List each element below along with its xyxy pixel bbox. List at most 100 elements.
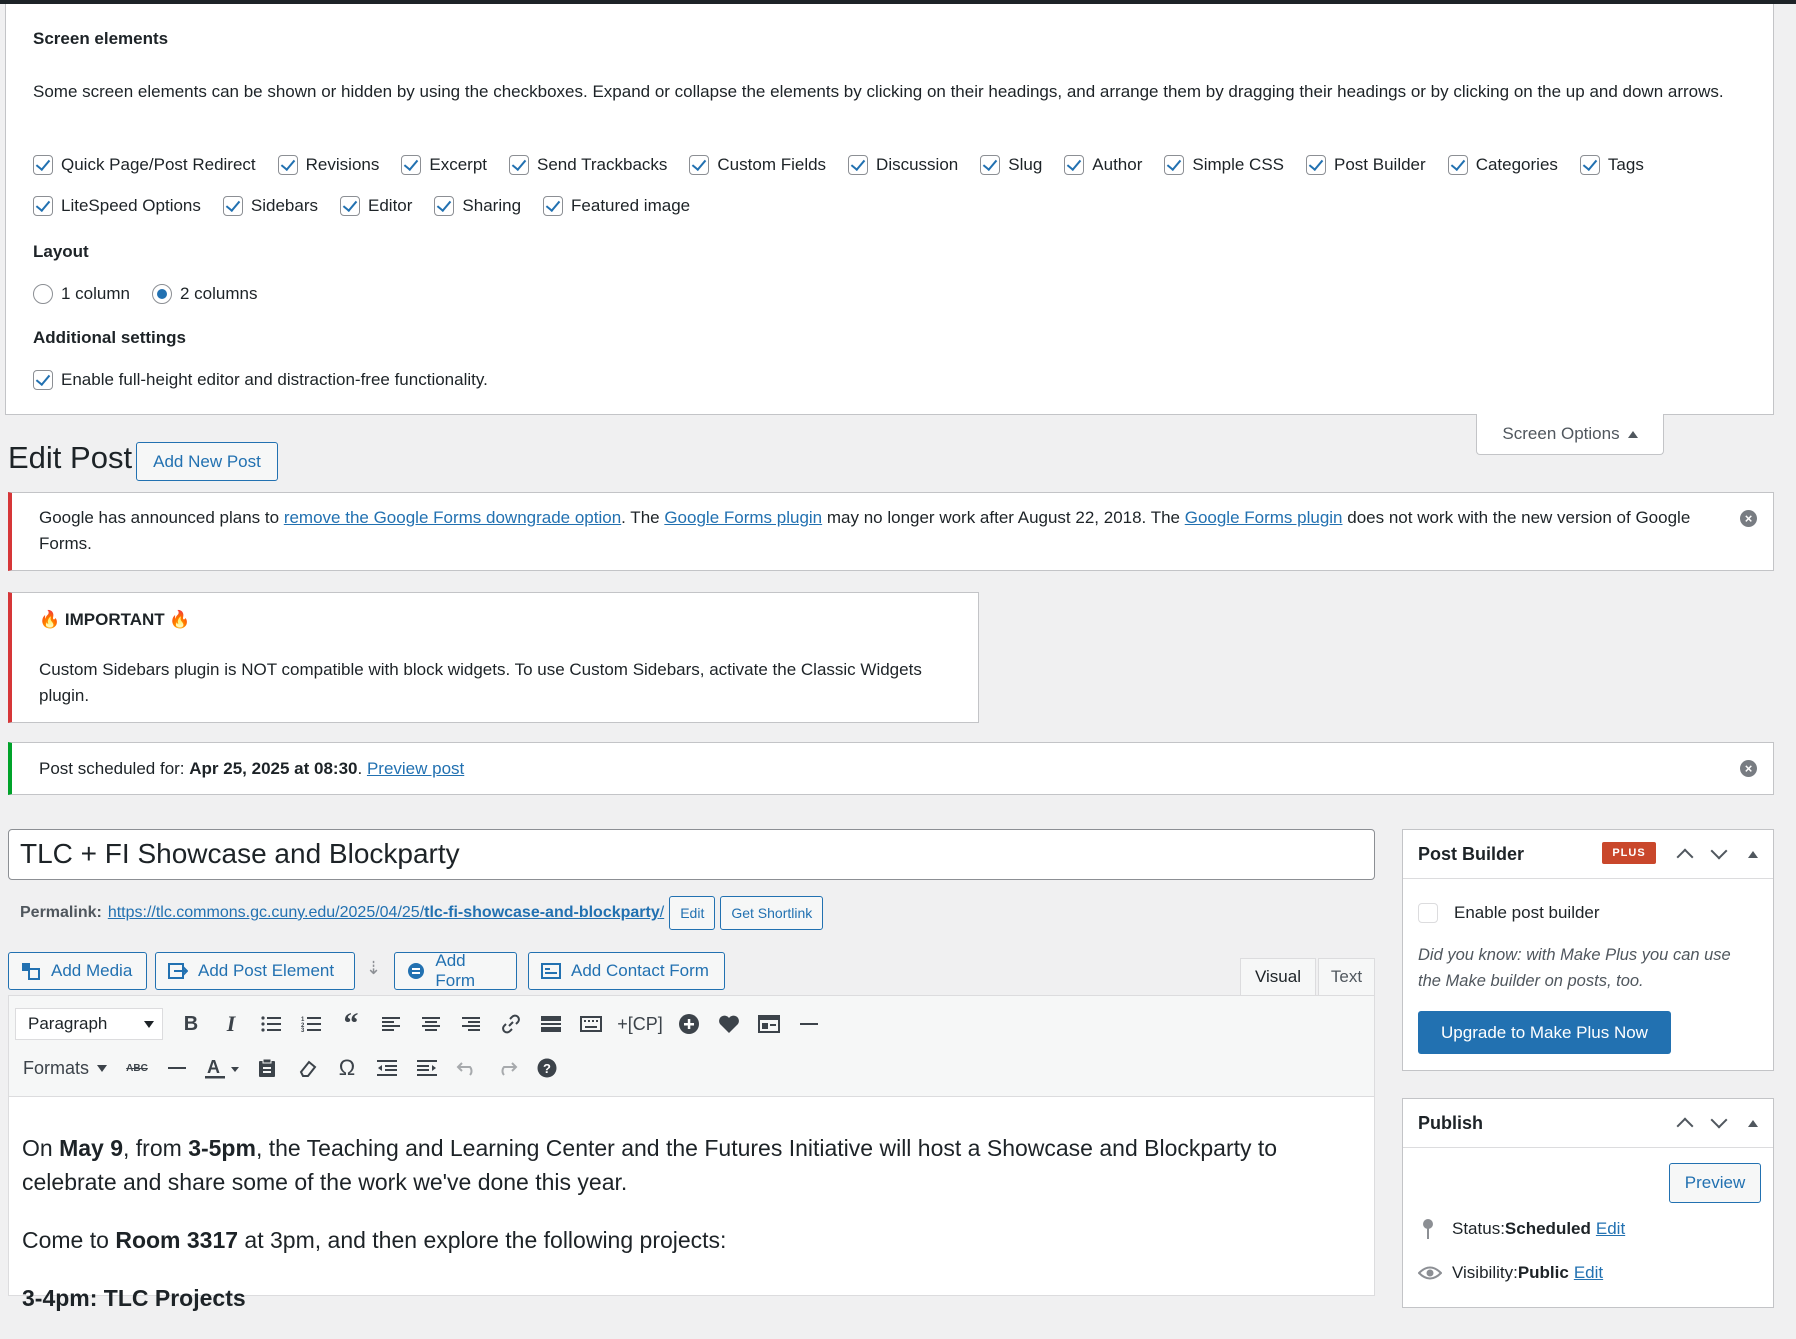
checkbox-simple-css[interactable] xyxy=(1164,155,1185,175)
add-new-post-button[interactable]: Add New Post xyxy=(136,442,278,481)
add-form-button[interactable]: Add Form xyxy=(394,951,517,990)
checkbox-litespeed-options[interactable] xyxy=(33,196,53,216)
horizontal-line-icon[interactable] xyxy=(789,1006,829,1042)
bulleted-list-icon[interactable] xyxy=(251,1006,291,1042)
dismiss-notice-icon[interactable]: × xyxy=(1740,760,1757,777)
screen-option-featured-image[interactable]: Featured image xyxy=(543,196,690,216)
screen-option-litespeed-options[interactable]: LiteSpeed Options xyxy=(33,196,201,216)
screen-option-author[interactable]: Author xyxy=(1064,155,1142,175)
checkbox-sharing[interactable] xyxy=(434,196,455,216)
enable-post-builder-checkbox[interactable] xyxy=(1418,903,1438,923)
full-height-editor-checkbox[interactable] xyxy=(33,370,53,390)
screen-option-categories[interactable]: Categories xyxy=(1447,155,1558,175)
checkbox-quick-page-post-redirect[interactable] xyxy=(33,155,53,175)
tab-text[interactable]: Text xyxy=(1318,958,1375,996)
checkbox-sidebars[interactable] xyxy=(222,196,243,216)
checkbox-tags[interactable] xyxy=(1579,155,1600,175)
collapse-icon[interactable] xyxy=(1736,830,1770,878)
preview-button[interactable]: Preview xyxy=(1669,1163,1761,1203)
read-more-icon[interactable] xyxy=(531,1006,571,1042)
undo-icon[interactable] xyxy=(447,1050,487,1086)
screen-option-editor[interactable]: Editor xyxy=(340,196,412,216)
post-title-input[interactable]: TLC + FI Showcase and Blockparty xyxy=(8,829,1375,880)
google-forms-plugin-link-2[interactable]: Google Forms plugin xyxy=(1185,508,1343,527)
align-right-icon[interactable] xyxy=(451,1006,491,1042)
editor-content[interactable]: On May 9, from 3-5pm, the Teaching and L… xyxy=(22,1131,1362,1339)
publish-header[interactable]: Publish xyxy=(1403,1099,1773,1148)
layout-option-2-columns[interactable]: 2 columns xyxy=(151,284,257,304)
add-media-button[interactable]: Add Media xyxy=(8,952,147,990)
checkbox-post-builder[interactable] xyxy=(1306,155,1327,175)
align-center-icon[interactable] xyxy=(411,1006,451,1042)
redo-icon[interactable] xyxy=(487,1050,527,1086)
checkbox-custom-fields[interactable] xyxy=(689,155,710,175)
google-forms-plugin-link[interactable]: Google Forms plugin xyxy=(664,508,822,527)
move-up-icon[interactable] xyxy=(1668,1099,1702,1147)
radio-1-column[interactable] xyxy=(33,284,53,304)
tab-visual[interactable]: Visual xyxy=(1240,958,1316,996)
heart-icon[interactable] xyxy=(709,1006,749,1042)
enable-post-builder-option[interactable]: Enable post builder xyxy=(1418,903,1600,923)
status-edit-link[interactable]: Edit xyxy=(1596,1219,1625,1239)
get-shortlink-button[interactable]: Get Shortlink xyxy=(720,896,824,930)
keyboard-icon[interactable] xyxy=(571,1006,611,1042)
move-up-icon[interactable] xyxy=(1668,830,1702,878)
screen-option-sidebars[interactable]: Sidebars xyxy=(222,196,318,216)
checkbox-categories[interactable] xyxy=(1447,155,1468,175)
radio-2-columns[interactable] xyxy=(151,284,172,304)
screen-option-simple-css[interactable]: Simple CSS xyxy=(1164,155,1284,175)
outdent-icon[interactable] xyxy=(367,1050,407,1086)
cp-shortcode-icon[interactable]: +[CP] xyxy=(611,1006,669,1042)
screen-option-excerpt[interactable]: Excerpt xyxy=(401,155,487,175)
checkbox-editor[interactable] xyxy=(340,196,360,216)
checkbox-slug[interactable] xyxy=(980,155,1001,175)
text-color-icon[interactable]: A xyxy=(197,1050,247,1086)
italic-icon[interactable]: I xyxy=(211,1006,251,1042)
downgrade-option-link[interactable]: remove the Google Forms downgrade option xyxy=(284,508,621,527)
add-contact-form-button[interactable]: Add Contact Form xyxy=(528,952,725,990)
formats-dropdown[interactable]: Formats xyxy=(15,1050,117,1086)
checkbox-discussion[interactable] xyxy=(848,155,869,175)
collapse-icon[interactable] xyxy=(1736,1099,1770,1147)
align-left-icon[interactable] xyxy=(371,1006,411,1042)
clear-formatting-icon[interactable] xyxy=(287,1050,327,1086)
screen-option-sharing[interactable]: Sharing xyxy=(434,196,521,216)
format-select[interactable]: Paragraph xyxy=(15,1008,163,1040)
indent-icon[interactable] xyxy=(407,1050,447,1086)
move-down-icon[interactable] xyxy=(1702,1099,1736,1147)
dismiss-notice-icon[interactable]: × xyxy=(1740,510,1757,527)
checkbox-send-trackbacks[interactable] xyxy=(509,155,529,175)
checkbox-featured-image[interactable] xyxy=(543,196,564,216)
preview-post-link[interactable]: Preview post xyxy=(367,759,464,778)
screen-option-send-trackbacks[interactable]: Send Trackbacks xyxy=(509,155,667,175)
bold-icon[interactable]: B xyxy=(171,1006,211,1042)
blockquote-icon[interactable]: “ xyxy=(331,1006,371,1042)
screen-option-discussion[interactable]: Discussion xyxy=(848,155,958,175)
full-height-editor-option[interactable]: Enable full-height editor and distractio… xyxy=(33,370,488,390)
screen-options-toggle[interactable]: Screen Options xyxy=(1476,414,1664,455)
screen-option-custom-fields[interactable]: Custom Fields xyxy=(689,155,826,175)
visibility-edit-link[interactable]: Edit xyxy=(1574,1263,1603,1283)
link-icon[interactable] xyxy=(491,1006,531,1042)
layout-option-1-column[interactable]: 1 column xyxy=(33,284,130,304)
post-builder-header[interactable]: Post Builder PLUS xyxy=(1403,830,1773,879)
screen-option-post-builder[interactable]: Post Builder xyxy=(1306,155,1426,175)
layout-block-icon[interactable] xyxy=(749,1006,789,1042)
upgrade-make-plus-button[interactable]: Upgrade to Make Plus Now xyxy=(1418,1011,1671,1054)
horizontal-line-icon[interactable] xyxy=(157,1050,197,1086)
checkbox-revisions[interactable] xyxy=(277,155,298,175)
checkbox-author[interactable] xyxy=(1064,155,1085,175)
strikethrough-icon[interactable]: ABC xyxy=(117,1050,157,1086)
add-post-element-button[interactable]: Add Post Element xyxy=(155,952,355,990)
permalink-url[interactable]: https://tlc.commons.gc.cuny.edu/2025/04/… xyxy=(108,904,664,922)
paste-text-icon[interactable] xyxy=(247,1050,287,1086)
numbered-list-icon[interactable]: 123 xyxy=(291,1006,331,1042)
screen-option-revisions[interactable]: Revisions xyxy=(277,155,379,175)
checkbox-excerpt[interactable] xyxy=(401,155,422,175)
permalink-edit-button[interactable]: Edit xyxy=(669,896,716,930)
screen-option-tags[interactable]: Tags xyxy=(1579,155,1644,175)
screen-option-quick-page-post-redirect[interactable]: Quick Page/Post Redirect xyxy=(33,155,256,175)
move-down-icon[interactable] xyxy=(1702,830,1736,878)
special-character-icon[interactable]: Ω xyxy=(327,1050,367,1086)
plus-circle-icon[interactable] xyxy=(669,1006,709,1042)
